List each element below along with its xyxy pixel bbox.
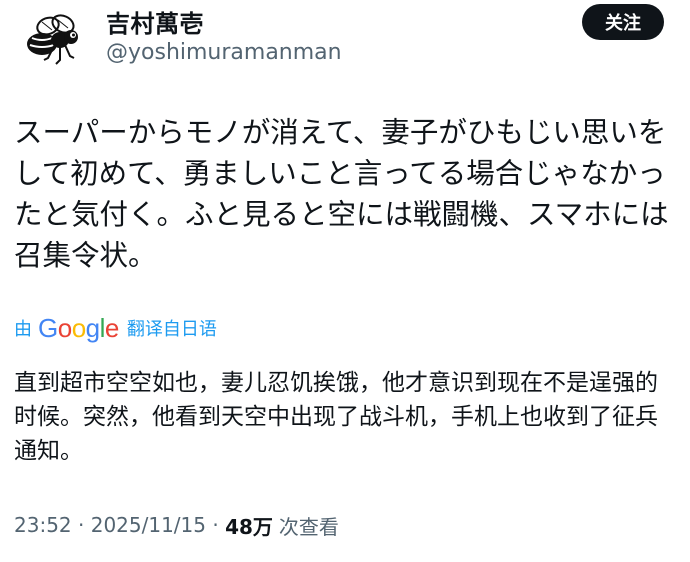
meta-separator: · xyxy=(206,513,226,537)
views-label: 次查看 xyxy=(278,514,339,539)
tweet-text: スーパーからモノが消えて、妻子がひもじい思いをして初めて、勇ましいこと言ってる場… xyxy=(14,116,669,272)
tweet-meta: 23:52 · 2025/11/15 · 48万 次查看 xyxy=(14,510,339,540)
google-letter: g xyxy=(85,313,100,343)
translation-attribution[interactable]: 由 Google 翻译自日语 xyxy=(14,313,217,343)
google-letter: o xyxy=(71,313,86,343)
translation-prefix: 由 xyxy=(14,319,32,340)
translation-source-language: 翻译自日语 xyxy=(126,319,217,340)
meta-separator: · xyxy=(71,513,91,537)
avatar[interactable] xyxy=(18,8,90,80)
display-name[interactable]: 吉村萬壱 xyxy=(106,4,204,39)
google-letter: o xyxy=(57,313,72,343)
fly-icon xyxy=(27,14,78,65)
follow-button[interactable]: 关注 xyxy=(582,4,664,40)
tweet-header: 吉村萬壱 @yoshimuramanman 关注 xyxy=(0,0,690,80)
google-letter: e xyxy=(104,313,119,343)
tweet-date[interactable]: 2025/11/15 xyxy=(91,513,206,537)
google-logo: Google xyxy=(38,315,119,341)
translated-text: 直到超市空空如也，妻儿忍饥挨饿，他才意识到现在不是逞强的时候。突然，他看到天空中… xyxy=(14,370,658,464)
user-handle[interactable]: @yoshimuramanman xyxy=(106,40,342,65)
tweet-time[interactable]: 23:52 xyxy=(14,513,72,537)
google-letter: G xyxy=(38,313,58,343)
views-count: 48万 xyxy=(225,514,273,539)
